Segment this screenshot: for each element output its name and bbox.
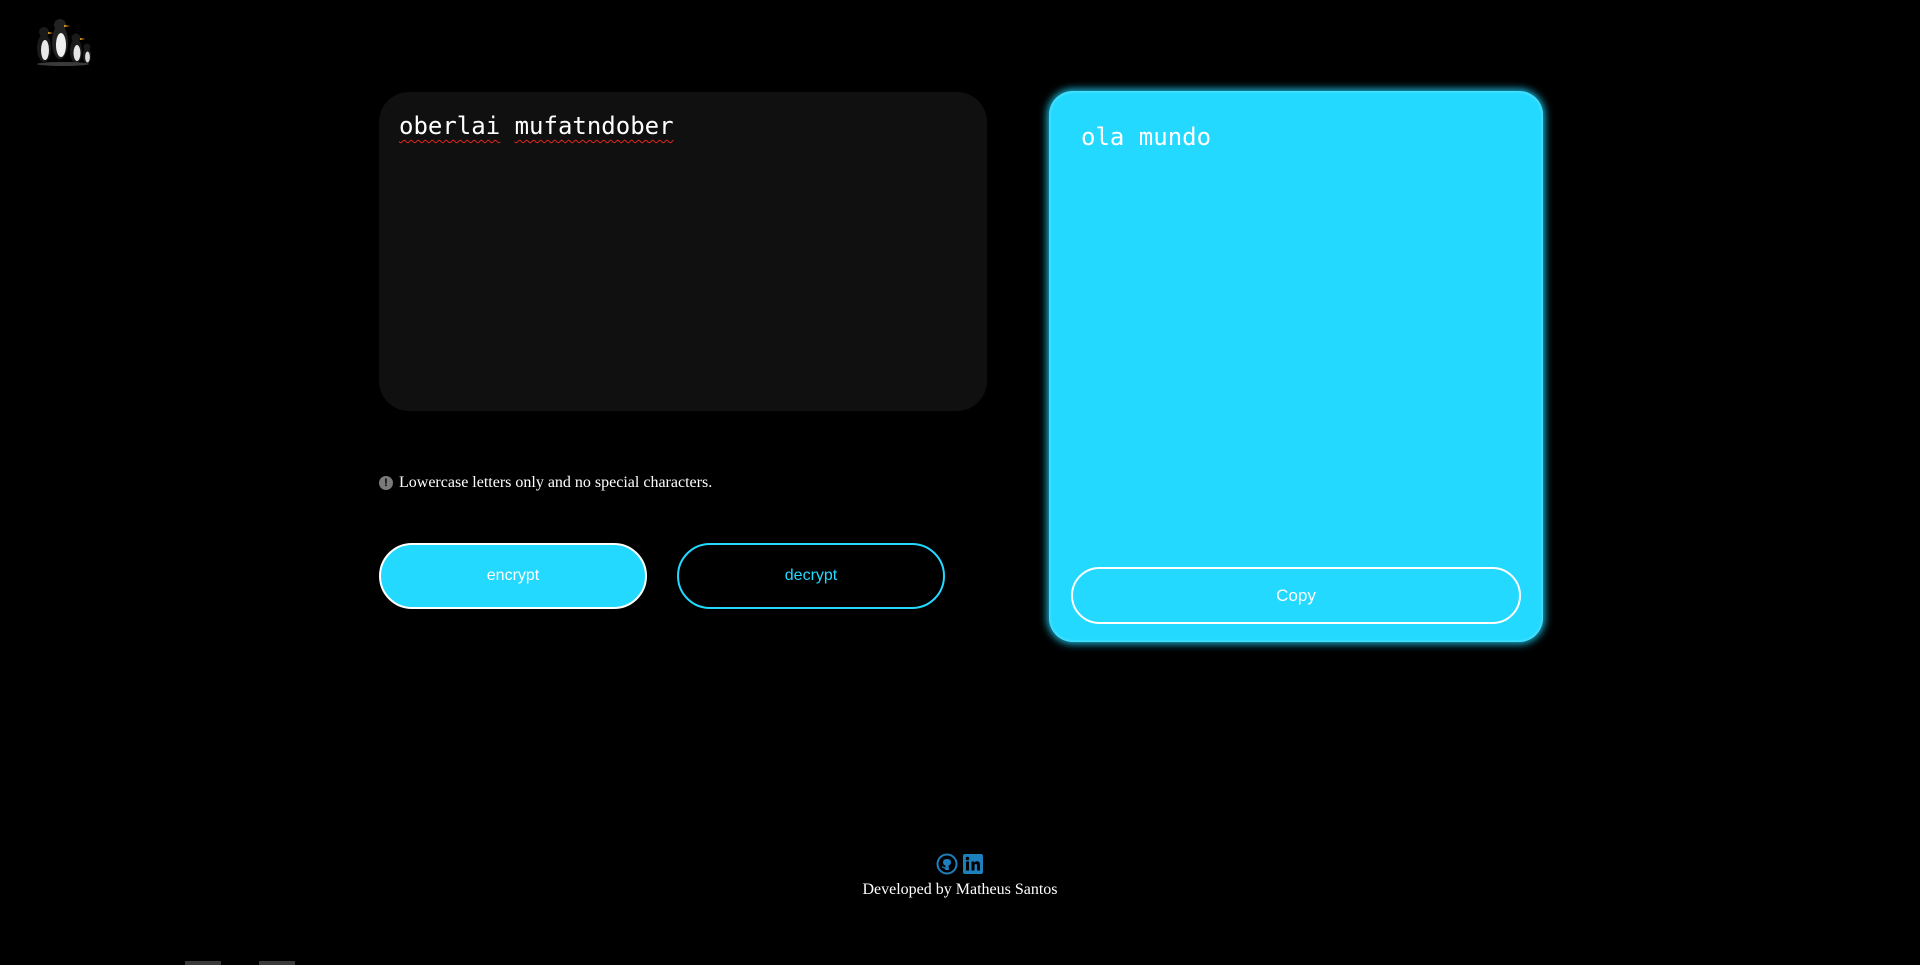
linkedin-icon[interactable] bbox=[962, 853, 984, 875]
input-word-2: mufatndober bbox=[514, 112, 674, 140]
github-icon[interactable] bbox=[936, 853, 958, 875]
copy-button[interactable]: Copy bbox=[1071, 567, 1521, 624]
taskbar-indicator-1 bbox=[185, 961, 221, 965]
message-input[interactable]: oberlai mufatndober bbox=[379, 92, 987, 411]
footer: Developed by Matheus Santos bbox=[0, 853, 1920, 899]
taskbar-indicator-2 bbox=[259, 961, 295, 965]
input-hint: ! Lowercase letters only and no special … bbox=[379, 473, 712, 493]
social-links bbox=[0, 853, 1920, 875]
developer-credit: Developed by Matheus Santos bbox=[862, 881, 1058, 898]
encrypt-button[interactable]: encrypt bbox=[379, 543, 647, 609]
info-icon: ! bbox=[379, 476, 393, 490]
penguins-logo bbox=[30, 18, 96, 66]
decrypt-button[interactable]: decrypt bbox=[677, 543, 945, 609]
output-text: ola mundo bbox=[1081, 123, 1212, 151]
hint-text: Lowercase letters only and no special ch… bbox=[399, 474, 713, 491]
input-word-1: oberlai bbox=[399, 112, 501, 140]
message-input-text[interactable]: oberlai mufatndober bbox=[399, 110, 967, 142]
output-panel: ola mundo Copy bbox=[1049, 91, 1543, 642]
